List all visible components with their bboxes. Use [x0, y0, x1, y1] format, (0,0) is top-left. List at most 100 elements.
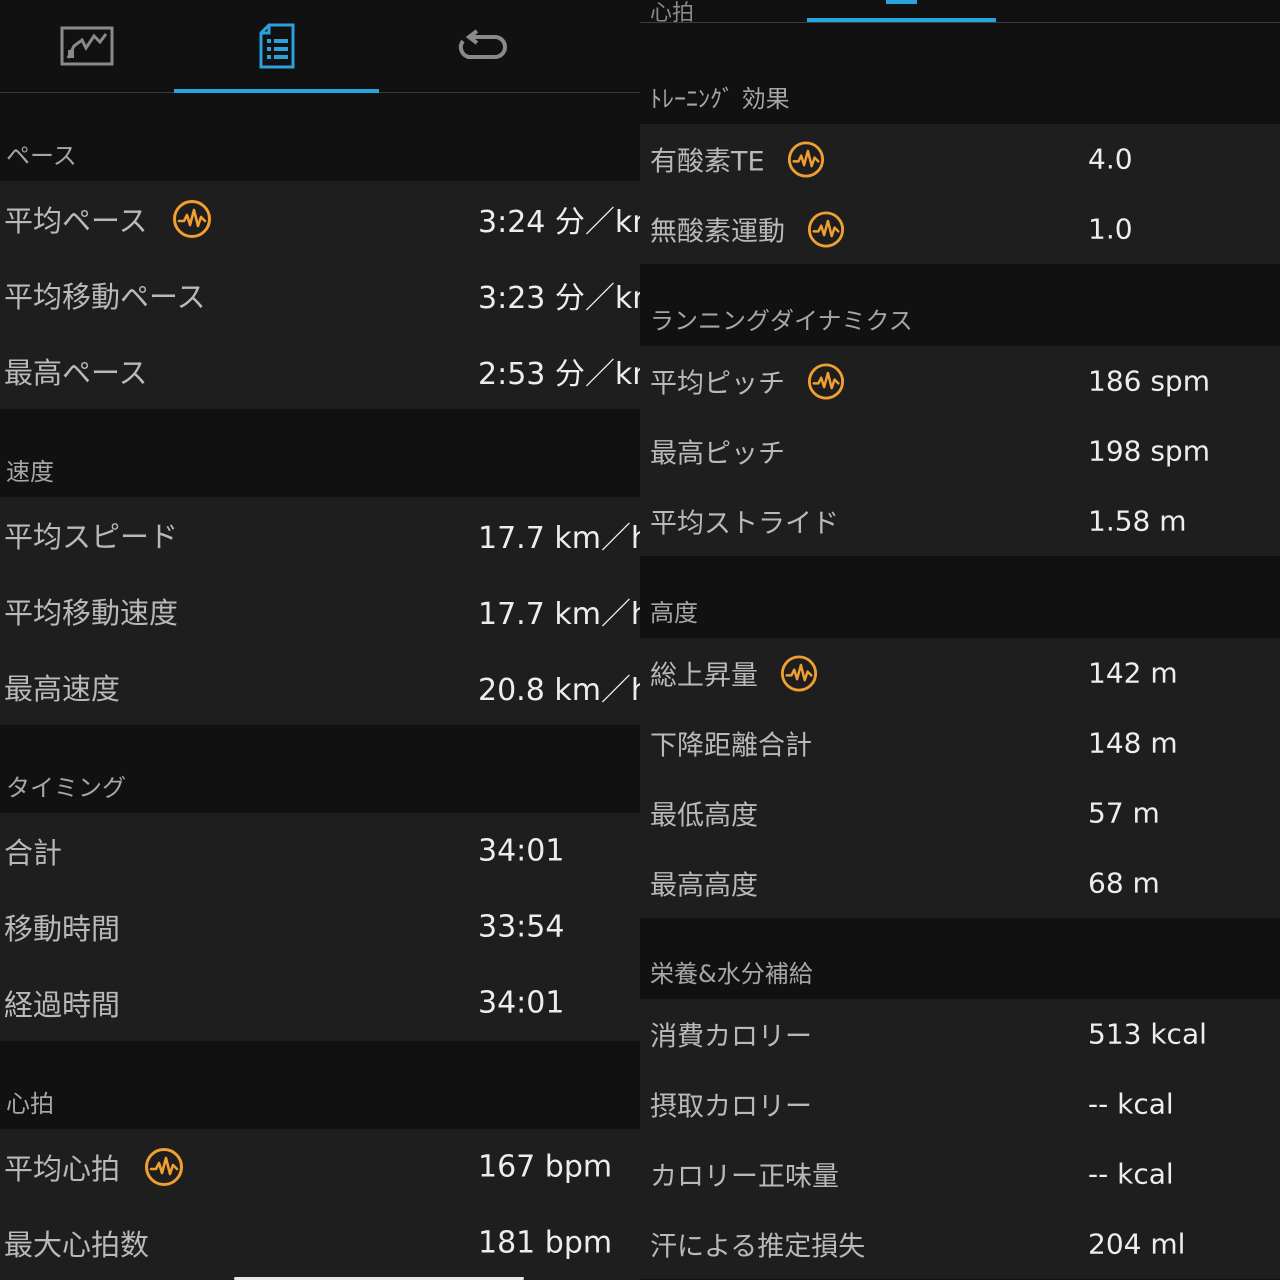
stat-label: 最高ピッチ — [650, 432, 785, 471]
stats-group: 総上昇量 142 m 下降距離合計 148 m 最低高度 57 m 最高高度 68 m — [640, 638, 1280, 918]
stat-value: 17.7 km／h — [478, 597, 640, 632]
stat-label-text: 経過時間 — [4, 988, 121, 1022]
stat-label-text: 平均移動速度 — [4, 596, 179, 630]
stat-row[interactable]: 最低高度 57 m — [640, 778, 1280, 848]
stat-row[interactable]: 合計 34:01 — [0, 813, 640, 889]
stat-label: 平均心拍 — [4, 1146, 184, 1188]
stat-row[interactable]: 最高速度 20.8 km／h — [0, 649, 640, 725]
stat-row[interactable]: 汗による推定損失 204 ml — [640, 1209, 1280, 1279]
stat-value: 33:54 — [478, 909, 565, 945]
stat-row[interactable]: 有酸素TE 4.0 — [640, 124, 1280, 194]
stat-label: 最高速度 — [4, 666, 120, 708]
active-tab-indicator — [807, 18, 996, 22]
stat-label: 平均移動ペース — [4, 274, 206, 316]
stat-row[interactable]: 最高ペース 2:53 分／km — [0, 333, 640, 409]
section-header-label: 高度 — [650, 599, 698, 627]
tab-laps[interactable] — [379, 0, 584, 92]
tab-summary[interactable] — [174, 0, 379, 93]
stat-label-text: 最高ピッチ — [650, 438, 785, 470]
stat-value: 34:01 — [478, 985, 565, 1021]
stat-row[interactable]: 平均移動速度 17.7 km／h — [0, 573, 640, 649]
stat-label: 最大心拍数 — [4, 1222, 149, 1264]
stats-group: 平均スピード 17.7 km／h 平均移動速度 17.7 km／h 最高速度 20.8 k… — [0, 497, 640, 725]
stat-row[interactable]: カロリー正味量 -- kcal — [640, 1139, 1280, 1209]
activity-icon[interactable] — [807, 362, 845, 400]
activity-icon[interactable] — [144, 1147, 184, 1187]
stat-label: カロリー正味量 — [650, 1155, 839, 1194]
stat-row[interactable]: 最高ピッチ 198 spm — [640, 416, 1280, 486]
stat-row[interactable]: 消費カロリー 513 kcal — [640, 999, 1280, 1069]
stat-row[interactable]: 平均心拍 167 bpm — [0, 1129, 640, 1205]
laps-loop-icon — [458, 29, 507, 59]
stat-value: -- kcal — [1088, 1087, 1174, 1121]
section-header-label: タイミング — [6, 774, 126, 802]
stat-label: 移動時間 — [4, 906, 120, 948]
stat-label-text: 下降距離合計 — [650, 730, 812, 762]
stat-value: 17.7 km／h — [478, 521, 640, 556]
section-header-label: 栄養&水分補給 — [650, 960, 813, 988]
stat-label: 消費カロリー — [650, 1015, 812, 1054]
stat-label: 有酸素TE — [650, 140, 825, 179]
stat-label-text: 有酸素TE — [650, 146, 765, 178]
stat-label-text: 最高高度 — [650, 870, 758, 902]
stat-label-text: 最高速度 — [4, 672, 121, 706]
section-header-label: ペース — [6, 142, 77, 170]
stat-row[interactable]: 経過時間 34:01 — [0, 965, 640, 1041]
stat-row[interactable]: 移動時間 33:54 — [0, 889, 640, 965]
stat-label-text: 移動時間 — [4, 912, 121, 946]
stat-label-text: 無酸素運動 — [650, 216, 785, 248]
stat-row[interactable]: 平均スピード 17.7 km／h — [0, 497, 640, 573]
tab-chart[interactable] — [0, 0, 174, 92]
section-header: タイミング — [0, 725, 640, 813]
stat-row[interactable]: 下降距離合計 148 m — [640, 708, 1280, 778]
stat-value: 3:23 分／km — [478, 281, 640, 316]
stat-label-text: 平均ストライド — [650, 508, 839, 540]
stat-value: 167 bpm — [478, 1149, 613, 1185]
stat-label: 平均ペース — [4, 198, 212, 240]
stat-row[interactable]: 総上昇量 142 m — [640, 638, 1280, 708]
stat-label-text: 平均心拍 — [4, 1152, 121, 1186]
stat-label: 最高ペース — [4, 350, 148, 392]
activity-icon[interactable] — [787, 140, 825, 178]
stat-label: 合計 — [4, 830, 62, 872]
stat-value: 204 ml — [1088, 1227, 1186, 1261]
stat-value: 34:01 — [478, 833, 565, 869]
stats-group: 平均ピッチ 186 spm 最高ピッチ 198 spm 平均ストライド 1.58 m — [640, 346, 1280, 556]
stat-row[interactable]: 平均ピッチ 186 spm — [640, 346, 1280, 416]
activity-icon[interactable] — [807, 210, 845, 248]
stat-label-text: 消費カロリー — [650, 1021, 812, 1053]
stat-value: 198 spm — [1088, 434, 1210, 468]
section-header-label: 心拍 — [6, 1090, 54, 1118]
stat-row[interactable]: 摂取カロリー -- kcal — [640, 1069, 1280, 1139]
stat-value: 1.0 — [1088, 212, 1133, 246]
section-header: ペース — [0, 93, 640, 181]
stats-group: 平均ペース 3:24 分／km 平均移動ペース 3:23 分／km 最高ペース 2:53 … — [0, 181, 640, 409]
stat-value: 148 m — [1088, 726, 1178, 760]
stat-label: 平均ストライド — [650, 502, 839, 541]
section-header: 心拍 — [0, 1041, 640, 1129]
stat-row[interactable]: 平均ストライド 1.58 m — [640, 486, 1280, 556]
stat-row[interactable]: 最大心拍数 181 bpm — [0, 1205, 640, 1280]
stat-value: 68 m — [1088, 866, 1160, 900]
stat-value: 142 m — [1088, 656, 1178, 690]
stat-label-text: 平均スピード — [4, 520, 179, 554]
section-header: ﾄﾚｰﾆﾝｸﾞ 効果 — [640, 23, 1280, 124]
stat-value: 2:53 分／km — [478, 357, 640, 392]
activity-icon[interactable] — [780, 654, 818, 692]
activity-icon[interactable] — [172, 199, 212, 239]
stat-label: 無酸素運動 — [650, 210, 845, 249]
stat-row[interactable]: 平均移動ペース 3:23 分／km — [0, 257, 640, 333]
stat-row[interactable]: 平均ペース 3:24 分／km — [0, 181, 640, 257]
section-header-label: ランニングダイナミクス — [650, 307, 913, 335]
section-header-label: 速度 — [6, 458, 54, 486]
stat-value: 3:24 分／km — [478, 205, 640, 240]
stat-label-text: 平均ピッチ — [650, 368, 785, 400]
stat-value: 181 bpm — [478, 1225, 613, 1261]
stat-label-text: 平均ペース — [4, 204, 148, 238]
stat-value: 513 kcal — [1088, 1017, 1207, 1051]
stat-label: 汗による推定損失 — [650, 1225, 865, 1264]
stat-row[interactable]: 最高高度 68 m — [640, 848, 1280, 918]
stat-value: 57 m — [1088, 796, 1160, 830]
stat-value: 20.8 km／h — [478, 673, 640, 708]
stat-row[interactable]: 無酸素運動 1.0 — [640, 194, 1280, 264]
